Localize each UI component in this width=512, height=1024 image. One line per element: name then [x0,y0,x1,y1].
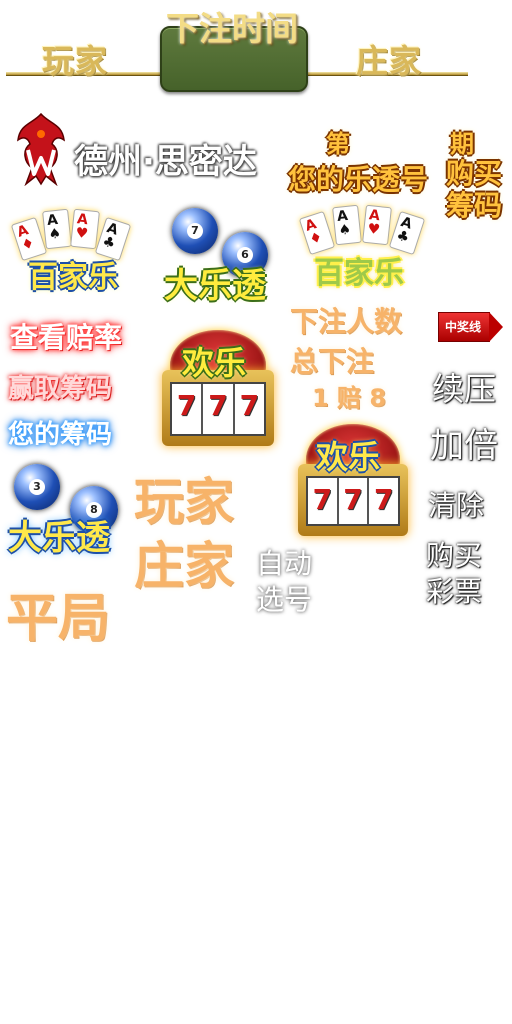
header-player-label: 玩家 [42,42,109,80]
total-bet-label: 总下注 [290,345,375,378]
win-chips-label: 赢取筹码 [8,374,113,404]
view-odds-button[interactable]: 查看赔率 [10,316,122,356]
auto-pick-button[interactable]: 自动 选号 [256,546,312,618]
logo-text: 德州·思密达 [74,142,257,182]
lotto-tile-2[interactable]: 3 8 大乐透 [8,462,124,558]
slot-machine-tile-1[interactable]: 7 7 7 欢乐 [162,330,274,446]
lottery-ball: 3 [14,464,60,510]
bet-time-title: 下注时间 [166,9,298,48]
win-line-button[interactable]: 中奖线 [438,312,503,342]
your-chips-label: 您的筹码 [8,420,113,450]
phoenix-logo-icon [14,110,68,187]
clear-bet-button[interactable]: 清除 [428,484,484,524]
fun-label-1: 欢乐 [182,344,247,382]
odds-label: 1 赔 8 [312,384,387,412]
playing-card: A ♥ [70,208,100,250]
buy-chips-line1: 购买 [446,157,503,190]
bet-tie-button[interactable]: 平局 [6,576,110,651]
buy-chips-line2: 筹码 [446,189,503,222]
lotto-number-label: 您的乐透号 [288,163,429,196]
bet-banker-button[interactable]: 庄家 [134,526,234,598]
repeat-bet-button[interactable]: 续压 [432,364,496,410]
baccarat-tile-1[interactable]: A ♦ A ♠ A ♥ A ♣ 百家乐 [10,206,150,296]
buy-ticket-button[interactable]: 购买 彩票 [426,538,482,610]
lotto-label-1: 大乐透 [164,266,266,306]
playing-card: A ♥ [362,204,392,246]
bet-player-button[interactable]: 玩家 [134,462,234,534]
fun-label-2: 欢乐 [316,438,381,476]
bet-count-label: 下注人数 [290,305,403,338]
slot-machine-tile-2[interactable]: 7 7 7 欢乐 [298,424,408,536]
baccarat-label-2: 百家乐 [314,256,404,291]
lotto-label-2: 大乐透 [8,518,110,558]
header-banker-label: 庄家 [356,42,423,80]
lottery-ball: 7 [172,208,218,254]
double-bet-button[interactable]: 加倍 [430,418,498,467]
auto-pick-line1: 自动 [256,547,313,580]
baccarat-label-1: 百家乐 [28,260,118,295]
lotto-tile-1[interactable]: 7 6 大乐透 [160,206,280,306]
auto-pick-line2: 选号 [256,583,313,616]
playing-card: A ♠ [332,204,362,246]
buy-ticket-line2: 彩票 [426,575,483,608]
playing-card: A ♠ [42,208,72,250]
buy-ticket-line1: 购买 [426,539,483,572]
period-suffix-label: 期 [450,130,474,158]
baccarat-tile-2[interactable]: A ♦ A ♠ A ♥ A ♣ 百家乐 [294,204,444,294]
buy-chips-button[interactable]: 购买 筹码 [446,158,502,222]
period-prefix-label: 第 [326,130,350,158]
